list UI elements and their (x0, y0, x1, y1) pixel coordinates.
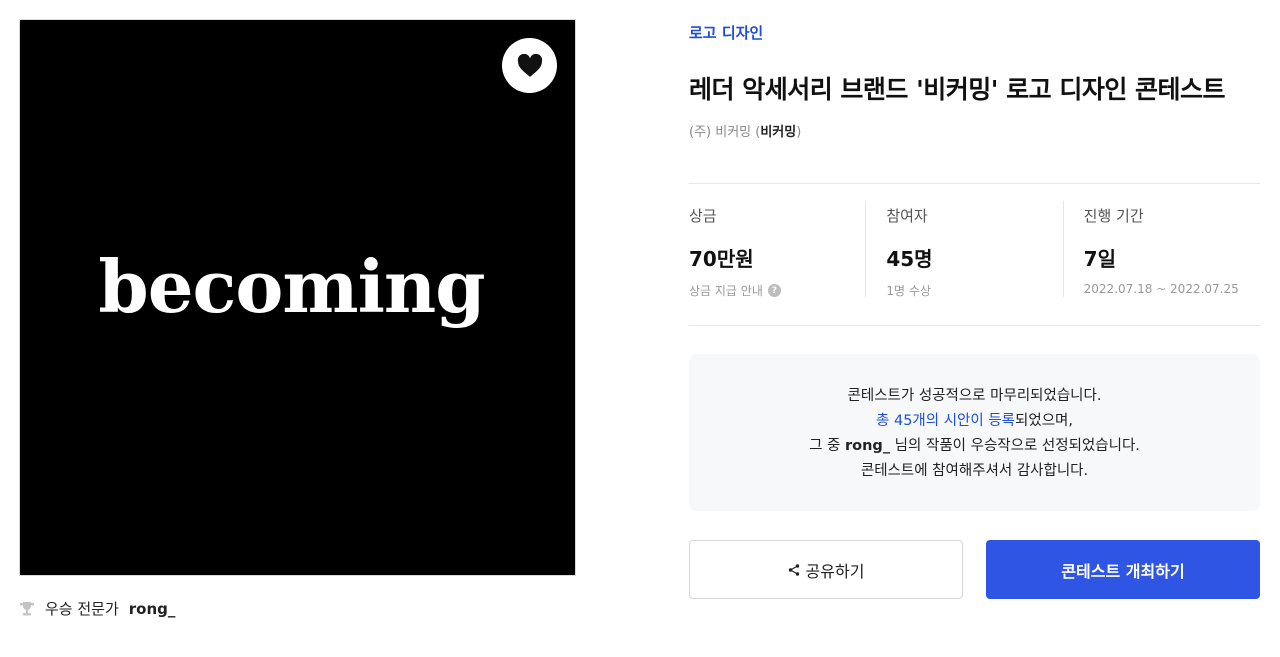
notice-text: 님의 작품이 우승작으로 선정되었습니다. (890, 438, 1140, 454)
winner-info: 우승 전문가 rong_ (19, 598, 175, 619)
notice-line-4: 콘테스트에 참여해주셔서 감사합니다. (860, 463, 1089, 479)
contest-stats: 상금 70만원 상금 지급 안내 ? 참여자 45명 1명 수상 진행 기간 7… (689, 201, 1260, 299)
share-icon (788, 563, 799, 576)
contest-host: (주) 비커밍 (비커밍) (689, 125, 802, 140)
submission-count-link[interactable]: 총 45개의 시안이 등록 (876, 413, 1015, 429)
stat-participants: 참여자 45명 1명 수상 (865, 201, 1062, 298)
stat-label: 상금 (689, 207, 717, 225)
divider-bottom (689, 325, 1260, 326)
stat-label: 참여자 (886, 207, 928, 225)
contest-title: 레더 악세서리 브랜드 '비커밍' 로고 디자인 콘테스트 (689, 75, 1226, 104)
trophy-icon (20, 601, 34, 615)
notice-line-2: 총 45개의 시안이 등록되었으며, (689, 409, 1260, 434)
logo-wordmark: becoming (98, 244, 485, 329)
share-label: 공유하기 (805, 561, 865, 581)
stat-value: 7일 (1083, 247, 1116, 271)
notice-text: 그 중 (809, 438, 845, 454)
stat-prize: 상금 70만원 상금 지급 안내 ? (689, 201, 865, 299)
divider-top (689, 183, 1260, 184)
host-brand: 비커밍 (760, 125, 797, 140)
contest-category[interactable]: 로고 디자인 (689, 22, 763, 43)
heart-icon (517, 53, 542, 77)
winner-name[interactable]: rong_ (129, 600, 176, 618)
notice-line-3: 그 중 rong_ 님의 작품이 우승작으로 선정되었습니다. (689, 434, 1260, 459)
stat-value: 70만원 (689, 247, 754, 271)
notice-text: 되었으며, (1015, 413, 1073, 429)
host-company: (주) 비커밍 (689, 125, 752, 140)
prize-payment-info[interactable]: 상금 지급 안내 ? (689, 282, 865, 299)
share-button[interactable]: 공유하기 (689, 540, 963, 599)
stat-sub: 상금 지급 안내 (689, 284, 763, 298)
question-icon[interactable]: ? (767, 284, 781, 297)
stat-label: 진행 기간 (1083, 207, 1144, 225)
stat-duration: 진행 기간 7일 2022.07.18 ~ 2022.07.25 (1062, 201, 1260, 297)
result-notice: 콘테스트가 성공적으로 마무리되었습니다. 총 45개의 시안이 등록되었으며,… (689, 354, 1260, 511)
host-contest-button[interactable]: 콘테스트 개최하기 (986, 540, 1260, 599)
contest-image[interactable]: becoming (19, 19, 576, 576)
stat-value: 45명 (886, 247, 933, 271)
stat-sub: 2022.07.18 ~ 2022.07.25 (1083, 282, 1239, 296)
stat-sub: 1명 수상 (886, 284, 931, 298)
notice-line-1: 콘테스트가 성공적으로 마무리되었습니다. (847, 388, 1102, 404)
notice-winner-name: rong_ (845, 438, 891, 454)
winner-label: 우승 전문가 (45, 600, 119, 618)
like-button[interactable] (502, 38, 557, 93)
